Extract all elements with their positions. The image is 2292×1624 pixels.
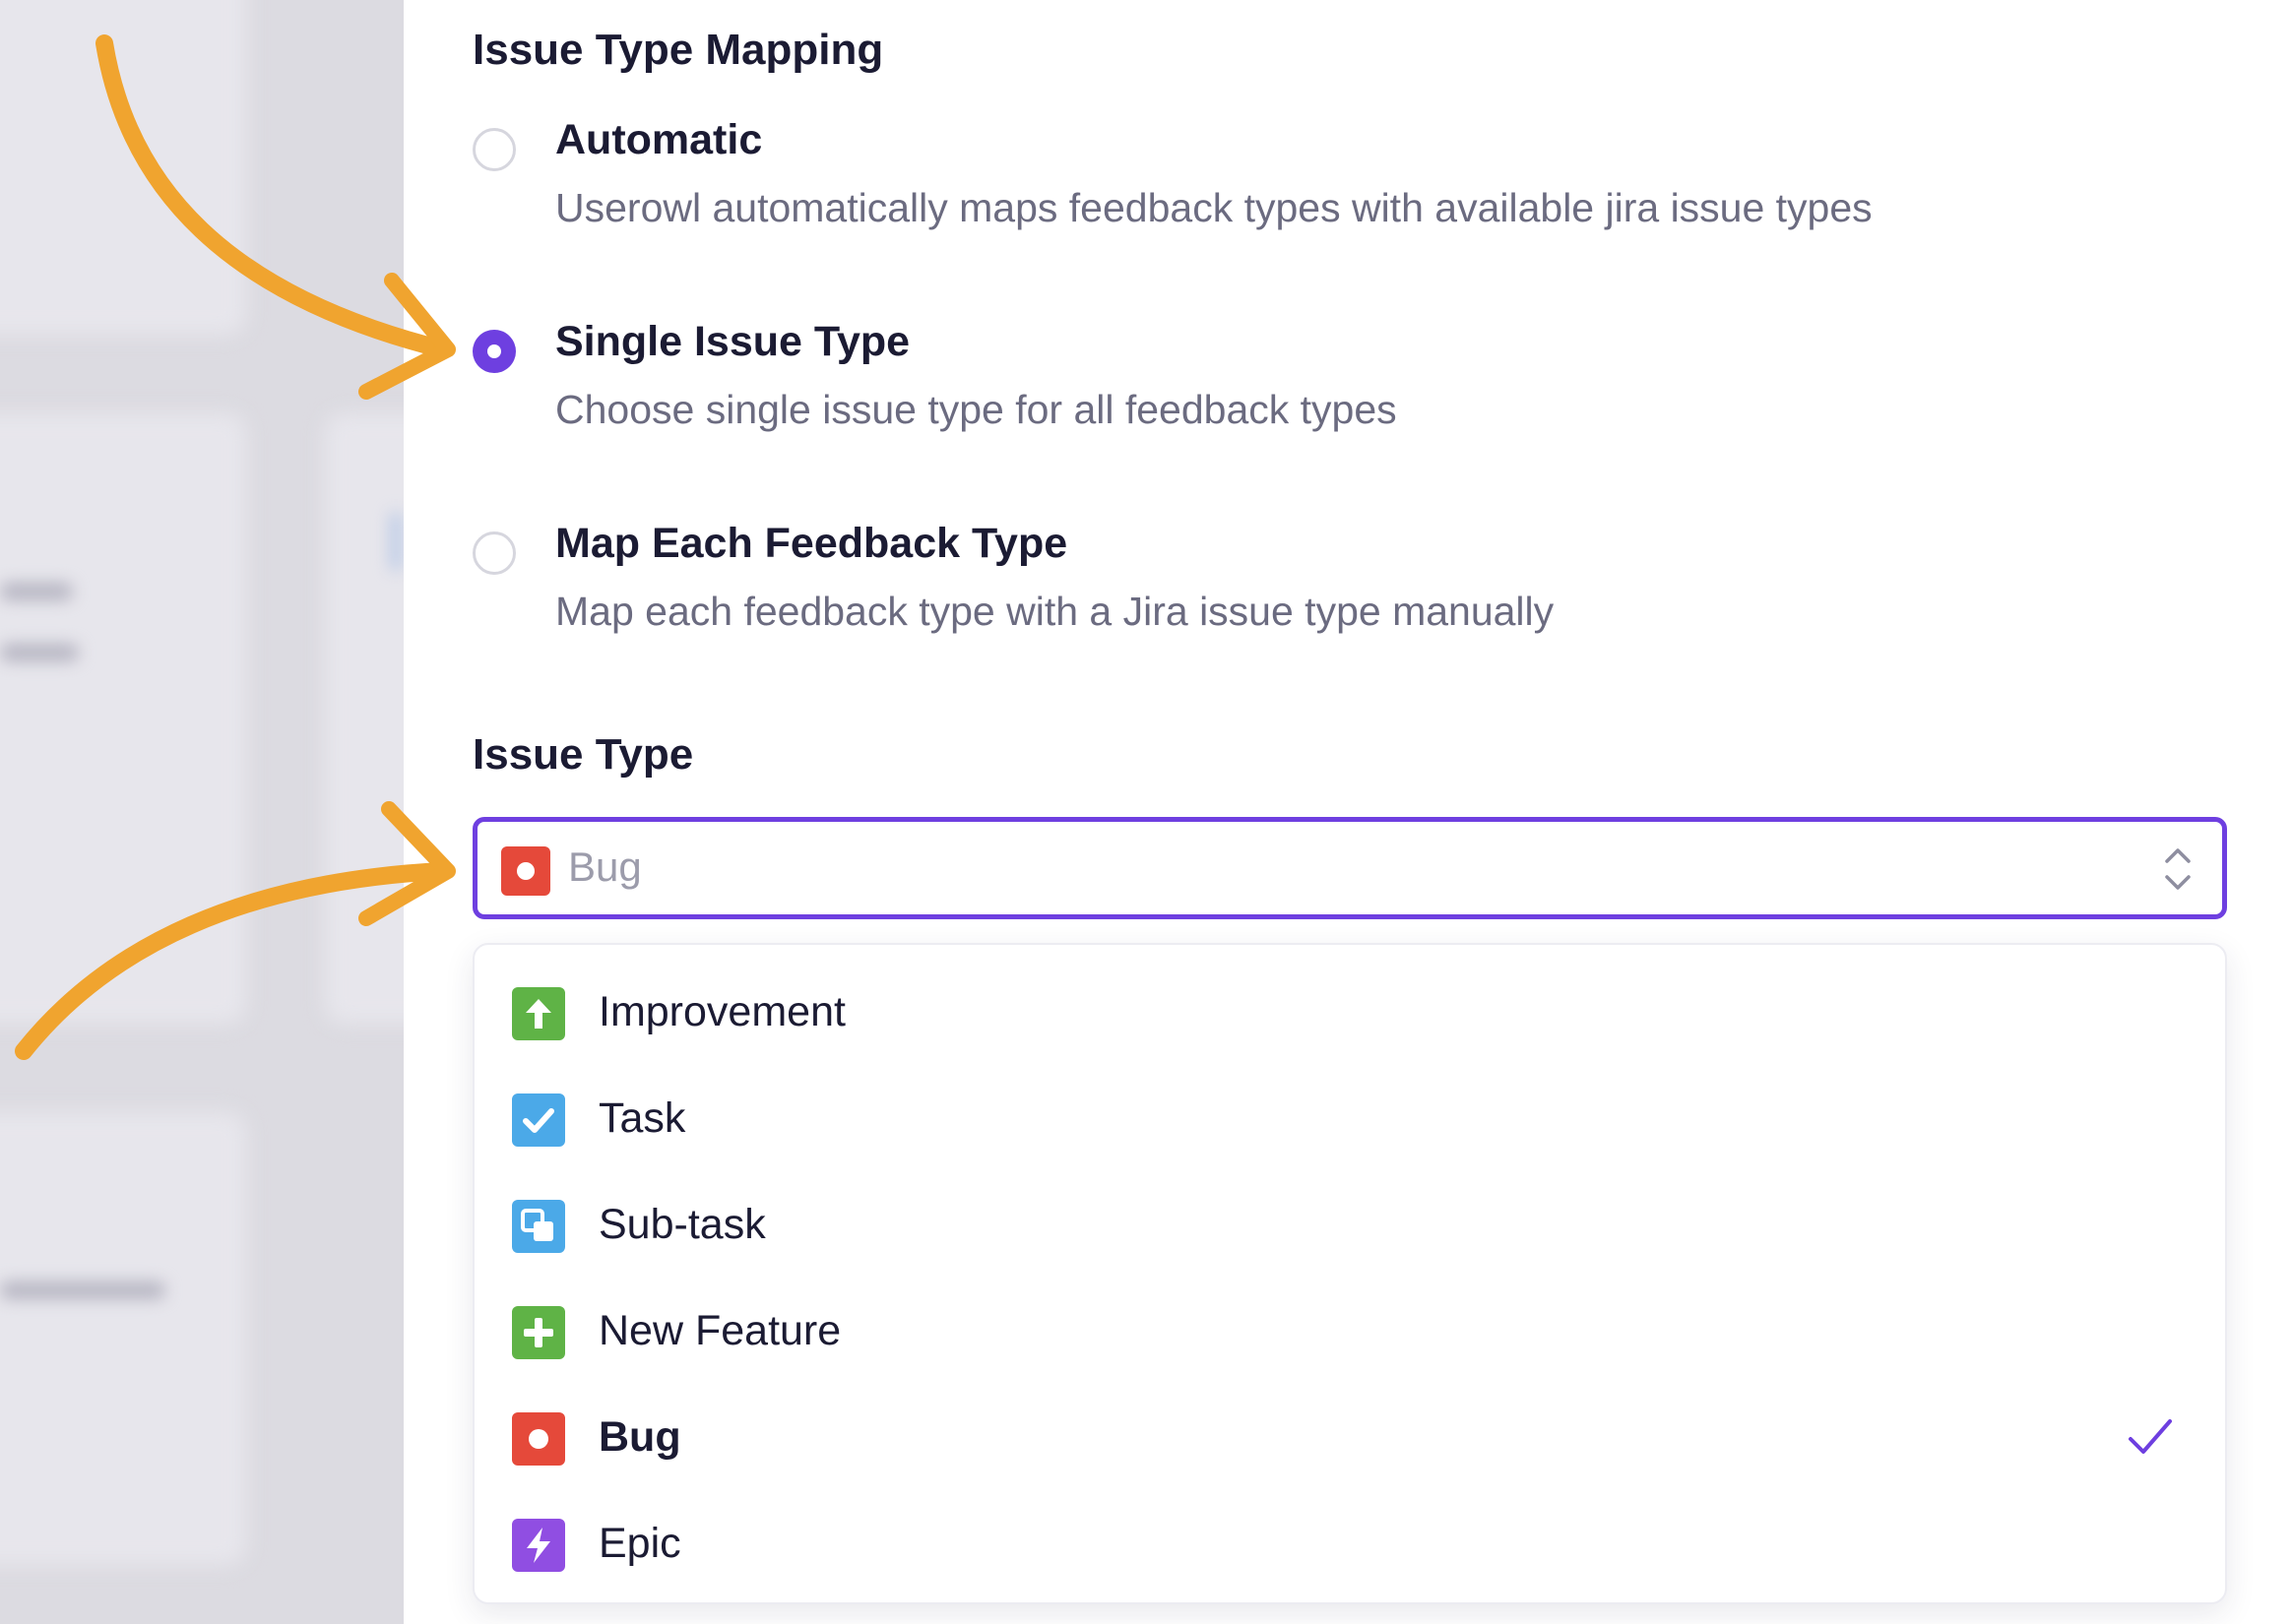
issue-type-select-value: Bug	[568, 843, 642, 890]
task-icon	[512, 1093, 565, 1147]
radio-option-map-each-feedback-type[interactable]: Map Each Feedback Type Map each feedback…	[473, 520, 2146, 667]
option-label: Task	[599, 1094, 686, 1142]
background-text	[0, 644, 79, 661]
option-label: Bug	[599, 1413, 681, 1461]
background-text	[0, 583, 73, 600]
issue-type-label: Issue Type	[473, 730, 694, 779]
epic-icon	[512, 1519, 565, 1572]
background-text	[0, 1281, 165, 1299]
bug-icon	[512, 1412, 565, 1466]
dropdown-option-task[interactable]: Task	[475, 1067, 2225, 1173]
improvement-icon	[512, 987, 565, 1040]
dropdown-option-new-feature[interactable]: New Feature	[475, 1280, 2225, 1386]
radio-option-single-issue-type[interactable]: Single Issue Type Choose single issue ty…	[473, 318, 2146, 466]
issue-type-mapping-title: Issue Type Mapping	[473, 26, 884, 74]
radio-button-single-issue-type[interactable]	[473, 330, 516, 373]
option-label: Improvement	[599, 988, 846, 1035]
radio-description: Choose single issue type for all feedbac…	[555, 387, 1397, 432]
bug-icon	[501, 846, 550, 901]
radio-label: Map Each Feedback Type	[555, 520, 1068, 567]
background-app	[0, 0, 404, 1624]
option-label: Epic	[599, 1520, 681, 1567]
checkmark-icon	[2127, 1413, 2174, 1466]
option-label: New Feature	[599, 1307, 842, 1354]
radio-label: Automatic	[555, 116, 763, 163]
background-card	[0, 0, 246, 335]
radio-description: Userowl automatically maps feedback type…	[555, 185, 1873, 230]
issue-type-dropdown: Improvement Task Sub-task New Feature Bu…	[473, 943, 2227, 1604]
radio-button-automatic[interactable]	[473, 128, 516, 171]
dropdown-option-improvement[interactable]: Improvement	[475, 961, 2225, 1067]
radio-description: Map each feedback type with a Jira issue…	[555, 589, 1555, 634]
background-card	[0, 413, 246, 1024]
issue-settings-panel: Issue Type Mapping Automatic Userowl aut…	[404, 0, 2292, 1624]
subtask-icon	[512, 1200, 565, 1253]
chevron-up-down-icon	[2163, 845, 2193, 898]
new-feature-icon	[512, 1306, 565, 1359]
background-card	[325, 413, 404, 1024]
radio-button-map-each-feedback-type[interactable]	[473, 531, 516, 575]
dropdown-option-epic[interactable]: Epic	[475, 1492, 2225, 1598]
option-label: Sub-task	[599, 1201, 766, 1248]
dropdown-option-sub-task[interactable]: Sub-task	[475, 1173, 2225, 1280]
background-text	[390, 512, 402, 571]
issue-type-select[interactable]: Bug	[473, 817, 2227, 919]
background-card	[0, 1112, 246, 1565]
radio-option-automatic[interactable]: Automatic Userowl automatically maps fee…	[473, 116, 2146, 264]
radio-label: Single Issue Type	[555, 318, 911, 365]
dropdown-option-bug[interactable]: Bug	[475, 1386, 2225, 1492]
